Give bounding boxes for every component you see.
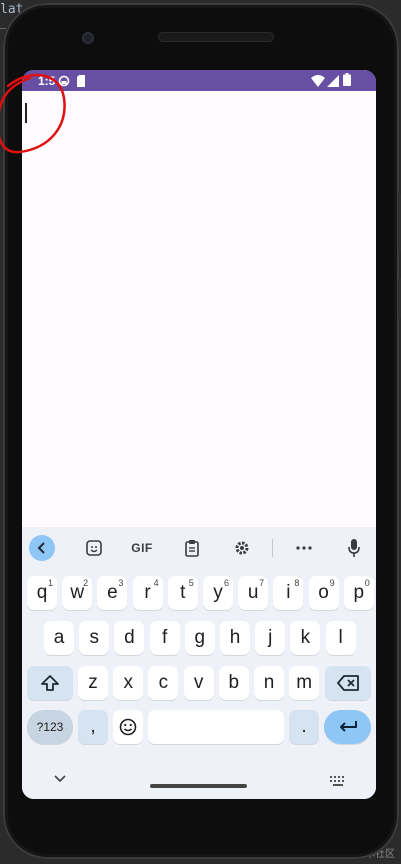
text-cursor — [25, 103, 27, 123]
key-label: e — [107, 582, 118, 603]
space-bar[interactable] — [148, 710, 284, 744]
key-s[interactable]: s — [79, 621, 110, 655]
earpiece-speaker — [158, 32, 274, 42]
gif-button[interactable]: GIF — [128, 535, 156, 561]
key-m[interactable]: m — [289, 666, 320, 700]
keyboard-nav-row — [22, 767, 376, 799]
key-label: i — [286, 582, 291, 603]
key-label: w — [70, 582, 85, 603]
device-screen: 1:5 GIF q 1 w 2 e 3 r 4 t 5 y 6 u 7 i 8 … — [22, 70, 376, 799]
toolbar-divider — [272, 539, 273, 557]
key-g[interactable]: g — [184, 621, 215, 655]
signal-icon — [327, 74, 339, 92]
key-f[interactable]: f — [149, 621, 180, 655]
key-e[interactable]: e3 — [97, 576, 128, 610]
key-label: p — [353, 582, 365, 603]
key-t[interactable]: t5 — [167, 576, 198, 610]
status-bar: 1:5 — [22, 70, 376, 91]
comma-key[interactable]: , — [78, 710, 108, 744]
emoji-key[interactable] — [113, 710, 143, 744]
key-r[interactable]: r4 — [132, 576, 163, 610]
more-options-icon[interactable] — [292, 535, 316, 561]
sd-card-icon — [76, 74, 86, 92]
key-number-hint: 9 — [329, 578, 335, 588]
soft-keyboard: GIF q1w2e3r4t5y6u7i8o9p0 asdfghjkl zxcvb… — [22, 527, 376, 799]
key-b[interactable]: b — [218, 666, 249, 700]
key-j[interactable]: j — [255, 621, 286, 655]
front-camera — [82, 32, 94, 44]
key-number-hint: 6 — [223, 578, 229, 588]
key-label: q — [36, 582, 48, 603]
key-v[interactable]: v — [183, 666, 214, 700]
key-w[interactable]: w2 — [62, 576, 93, 610]
key-k[interactable]: k — [290, 621, 321, 655]
backspace-key[interactable] — [325, 666, 371, 700]
key-x[interactable]: x — [113, 666, 144, 700]
microphone-icon[interactable] — [342, 535, 366, 561]
sticker-icon[interactable] — [82, 535, 106, 561]
key-p[interactable]: p0 — [343, 576, 374, 610]
settings-gear-icon[interactable] — [230, 535, 254, 561]
battery-icon — [343, 73, 351, 91]
key-number-hint: 8 — [294, 578, 300, 588]
key-label: y — [213, 582, 223, 603]
ide-divider — [0, 28, 6, 29]
key-label: u — [247, 582, 259, 603]
key-label: o — [318, 582, 329, 603]
key-i[interactable]: i8 — [273, 576, 304, 610]
symbols-key[interactable]: ?123 — [27, 710, 73, 744]
key-l[interactable]: l — [325, 621, 356, 655]
clipboard-icon[interactable] — [180, 535, 204, 561]
key-h[interactable]: h — [220, 621, 250, 655]
key-number-hint: 1 — [47, 578, 53, 588]
key-c[interactable]: c — [148, 666, 179, 700]
key-number-hint: 7 — [259, 578, 265, 588]
key-number-hint: 2 — [83, 578, 89, 588]
status-time: 1:5 — [38, 74, 56, 88]
key-o[interactable]: o9 — [308, 576, 339, 610]
key-n[interactable]: n — [254, 666, 284, 700]
key-number-hint: 5 — [188, 578, 194, 588]
key-number-hint: 3 — [118, 578, 124, 588]
keyboard-toolbar: GIF — [22, 527, 376, 569]
key-z[interactable]: z — [78, 666, 108, 700]
key-q[interactable]: q1 — [27, 576, 57, 610]
wifi-icon — [311, 74, 325, 92]
key-label: t — [180, 582, 186, 603]
key-number-hint: 4 — [153, 578, 159, 588]
shift-key[interactable] — [27, 666, 73, 700]
key-label: r — [144, 582, 151, 603]
key-u[interactable]: u7 — [238, 576, 269, 610]
home-gesture-bar[interactable] — [150, 784, 247, 788]
enter-key[interactable] — [324, 710, 371, 744]
key-number-hint: 0 — [364, 578, 370, 588]
keyboard-switch-icon[interactable] — [330, 773, 346, 791]
collapse-keyboard-icon[interactable] — [54, 772, 66, 786]
gear-icon — [58, 74, 70, 92]
period-key[interactable]: . — [289, 710, 319, 744]
key-d[interactable]: d — [114, 621, 145, 655]
key-a[interactable]: a — [44, 621, 74, 655]
text-input-area[interactable] — [22, 91, 376, 527]
key-y[interactable]: y6 — [203, 576, 233, 610]
back-chevron-icon[interactable] — [29, 535, 55, 561]
